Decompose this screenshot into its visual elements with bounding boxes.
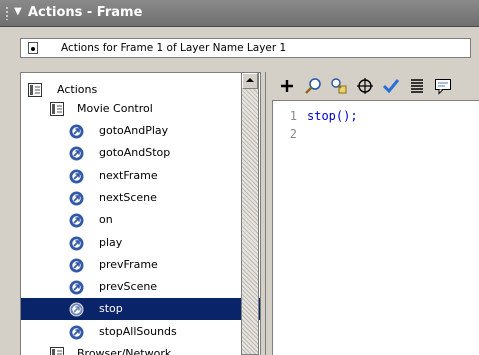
code-line[interactable]: 2 xyxy=(273,125,478,143)
action-circle-icon xyxy=(69,124,84,139)
check-syntax-icon[interactable] xyxy=(380,76,402,96)
tree-action-item[interactable]: gotoAndStop xyxy=(21,142,260,164)
action-circle-icon xyxy=(69,169,84,184)
add-plus-icon[interactable] xyxy=(276,76,298,96)
frame-icon xyxy=(28,42,38,54)
tree-category-movie-control[interactable]: Movie Control xyxy=(21,98,260,120)
tree-action-item[interactable]: nextScene xyxy=(21,187,260,209)
book-icon xyxy=(50,102,64,116)
tree-category-browser-network[interactable]: Browser/Network xyxy=(21,343,260,355)
tree-action-item[interactable]: stop xyxy=(21,298,260,321)
actions-toolbox: Actions Movie Control gotoAndPlay gotoAnd… xyxy=(20,72,261,355)
action-circle-icon xyxy=(69,191,84,206)
action-circle-icon xyxy=(69,236,84,250)
script-location-label: Actions for Frame 1 of Layer Name Layer … xyxy=(61,42,287,54)
tree-category-label: Movie Control xyxy=(77,102,153,115)
auto-format-icon[interactable] xyxy=(406,76,428,96)
code-line[interactable]: 1 stop(); xyxy=(273,107,478,125)
collapse-arrow-icon[interactable]: ▼ xyxy=(14,6,22,17)
tree-action-label: nextFrame xyxy=(99,168,158,182)
tree-action-label: gotoAndStop xyxy=(99,146,171,160)
tree-action-item[interactable]: stopAllSounds xyxy=(21,321,260,343)
tree-action-item[interactable]: prevFrame xyxy=(21,254,260,276)
line-number: 2 xyxy=(289,127,297,141)
action-circle-icon xyxy=(69,258,84,273)
action-circle-icon xyxy=(69,213,84,228)
action-circle-icon xyxy=(69,325,84,340)
tree-action-label: prevScene xyxy=(99,280,158,294)
pane-splitter[interactable] xyxy=(261,72,272,355)
target-path-icon[interactable] xyxy=(354,76,376,96)
tree-action-label: play xyxy=(99,235,123,249)
tree-action-label: gotoAndPlay xyxy=(99,124,169,137)
book-icon xyxy=(28,83,42,97)
tree-action-item[interactable]: prevScene xyxy=(21,276,260,298)
replace-icon[interactable] xyxy=(328,76,350,96)
tree-action-item[interactable]: on xyxy=(21,209,260,231)
code-hint-icon[interactable] xyxy=(432,76,454,96)
book-icon xyxy=(50,347,64,355)
line-number: 1 xyxy=(289,109,297,123)
tree-category-label: Browser/Network xyxy=(77,347,172,355)
script-location-bar[interactable]: Actions for Frame 1 of Layer Name Layer … xyxy=(20,38,471,58)
tree-action-item[interactable]: gotoAndPlay xyxy=(21,120,260,142)
code-text[interactable]: stop(); xyxy=(307,107,358,125)
code-pane[interactable]: 1 stop(); 2 xyxy=(272,100,479,355)
panel-title: Actions - Frame xyxy=(28,5,143,20)
scroll-up-button[interactable] xyxy=(242,73,258,89)
action-circle-icon xyxy=(69,280,84,295)
find-icon[interactable] xyxy=(302,76,324,96)
gripper-icon[interactable] xyxy=(5,6,9,20)
tree-action-item[interactable]: play xyxy=(21,232,260,254)
tree-action-label: stop xyxy=(99,302,123,316)
script-toolbar xyxy=(272,72,479,100)
script-editor: 1 stop(); 2 xyxy=(272,72,479,355)
panel-title-bar[interactable]: ▼ Actions - Frame xyxy=(0,0,479,27)
toolbox-scrollbar[interactable] xyxy=(241,72,259,355)
action-circle-icon xyxy=(69,146,84,161)
tree-action-label: stopAllSounds xyxy=(99,324,177,338)
tree-action-item[interactable]: nextFrame xyxy=(21,165,260,187)
action-circle-icon xyxy=(69,302,84,317)
tree-action-label: on xyxy=(99,213,113,227)
tree-action-label: prevFrame xyxy=(99,257,158,271)
tree-action-label: nextScene xyxy=(99,190,157,204)
